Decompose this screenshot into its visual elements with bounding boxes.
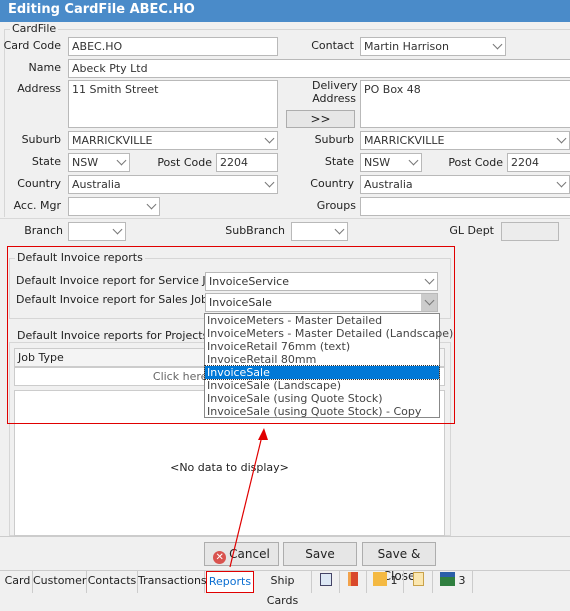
chevron-down-icon (146, 199, 157, 210)
gifts-count: 3 (458, 574, 466, 587)
branch-select[interactable] (68, 222, 126, 241)
delivery-postcode-label: Post Code (448, 156, 503, 169)
cardfile-group-title: CardFile (10, 22, 59, 35)
delivery-state-label: State (324, 155, 354, 168)
contact-value: Martin Harrison (364, 40, 449, 53)
contact-label: Contact (311, 39, 354, 52)
suburb-select[interactable]: MARRICKVILLE (68, 131, 278, 150)
cancel-button[interactable]: ✕ Cancel (204, 542, 279, 566)
window-title: Editing CardFile ABEC.HO (0, 0, 570, 22)
state-label: State (31, 155, 61, 168)
chevron-down-icon (408, 155, 419, 166)
tab-transactions[interactable]: Transactions (138, 571, 207, 593)
delivery-country-value: Australia (364, 178, 413, 191)
tab-reports[interactable]: Reports (206, 571, 254, 593)
chevron-down-icon (334, 224, 345, 235)
tab-ship-cards[interactable]: Ship Cards (254, 571, 312, 607)
gl-dept-input (501, 222, 559, 241)
gl-dept-label: GL Dept (449, 224, 494, 237)
clipboard-icon (412, 572, 424, 586)
attachments-count: 1 (390, 574, 398, 587)
tab-notes[interactable] (312, 571, 340, 593)
state-value: NSW (72, 156, 99, 169)
country-select[interactable]: Australia (68, 175, 278, 194)
card-code-input[interactable]: ABEC.HO (68, 37, 278, 56)
name-label: Name (28, 61, 61, 74)
acc-mgr-label: Acc. Mgr (13, 199, 61, 212)
document-icon (319, 573, 332, 586)
files-icon (372, 572, 387, 586)
delivery-state-select[interactable]: NSW (360, 153, 422, 172)
chevron-down-icon (264, 133, 275, 144)
address-label: Address (17, 82, 61, 95)
divider (0, 218, 570, 219)
copy-address-button[interactable]: >> (286, 110, 355, 128)
chevron-down-icon (556, 177, 567, 188)
binder-icon (348, 572, 358, 586)
delivery-suburb-value: MARRICKVILLE (364, 134, 445, 147)
tab-card[interactable]: Card (3, 571, 33, 593)
tab-gifts[interactable]: 3 (433, 571, 473, 593)
suburb-value: MARRICKVILLE (72, 134, 153, 147)
delivery-postcode-input[interactable]: 2204 (507, 153, 570, 172)
delivery-suburb-label: Suburb (314, 133, 354, 146)
delivery-country-select[interactable]: Australia (360, 175, 570, 194)
cancel-label: Cancel (229, 547, 270, 561)
tab-attachments[interactable]: 1 (367, 571, 404, 593)
cancel-icon: ✕ (213, 551, 227, 564)
highlight-box (7, 246, 455, 424)
tab-clipboard[interactable] (404, 571, 433, 593)
delivery-address-input[interactable]: PO Box 48 (360, 80, 570, 128)
acc-mgr-select[interactable] (68, 197, 160, 216)
save-close-button[interactable]: Save & Close (362, 542, 436, 583)
subbranch-label: SubBranch (225, 224, 285, 237)
chevron-down-icon (112, 224, 123, 235)
branch-label: Branch (24, 224, 63, 237)
divider (0, 536, 570, 537)
delivery-state-value: NSW (364, 156, 391, 169)
state-select[interactable]: NSW (68, 153, 130, 172)
suburb-label: Suburb (21, 133, 61, 146)
postcode-label: Post Code (157, 156, 212, 169)
chevron-down-icon (264, 177, 275, 188)
card-code-label: Card Code (3, 39, 61, 52)
postcode-input[interactable]: 2204 (216, 153, 278, 172)
groups-label: Groups (316, 199, 356, 212)
contact-select[interactable]: Martin Harrison (360, 37, 506, 56)
groups-input[interactable] (360, 197, 570, 216)
chevron-down-icon (556, 133, 567, 144)
name-input[interactable]: Abeck Pty Ltd (68, 59, 570, 78)
country-value: Australia (72, 178, 121, 191)
save-button[interactable]: Save (283, 542, 357, 566)
chevron-down-icon (492, 39, 503, 50)
delivery-country-label: Country (310, 177, 354, 190)
address-input[interactable]: 11 Smith Street (68, 80, 278, 128)
delivery-suburb-select[interactable]: MARRICKVILLE (360, 131, 570, 150)
delivery-address-label: Delivery Address (312, 79, 358, 105)
tab-binder[interactable] (340, 571, 367, 593)
chevron-down-icon (116, 155, 127, 166)
tab-customer[interactable]: Customer (33, 571, 87, 593)
subbranch-select[interactable] (291, 222, 348, 241)
gift-icon (439, 572, 455, 586)
country-label: Country (17, 177, 61, 190)
tab-contacts[interactable]: Contacts (87, 571, 138, 593)
